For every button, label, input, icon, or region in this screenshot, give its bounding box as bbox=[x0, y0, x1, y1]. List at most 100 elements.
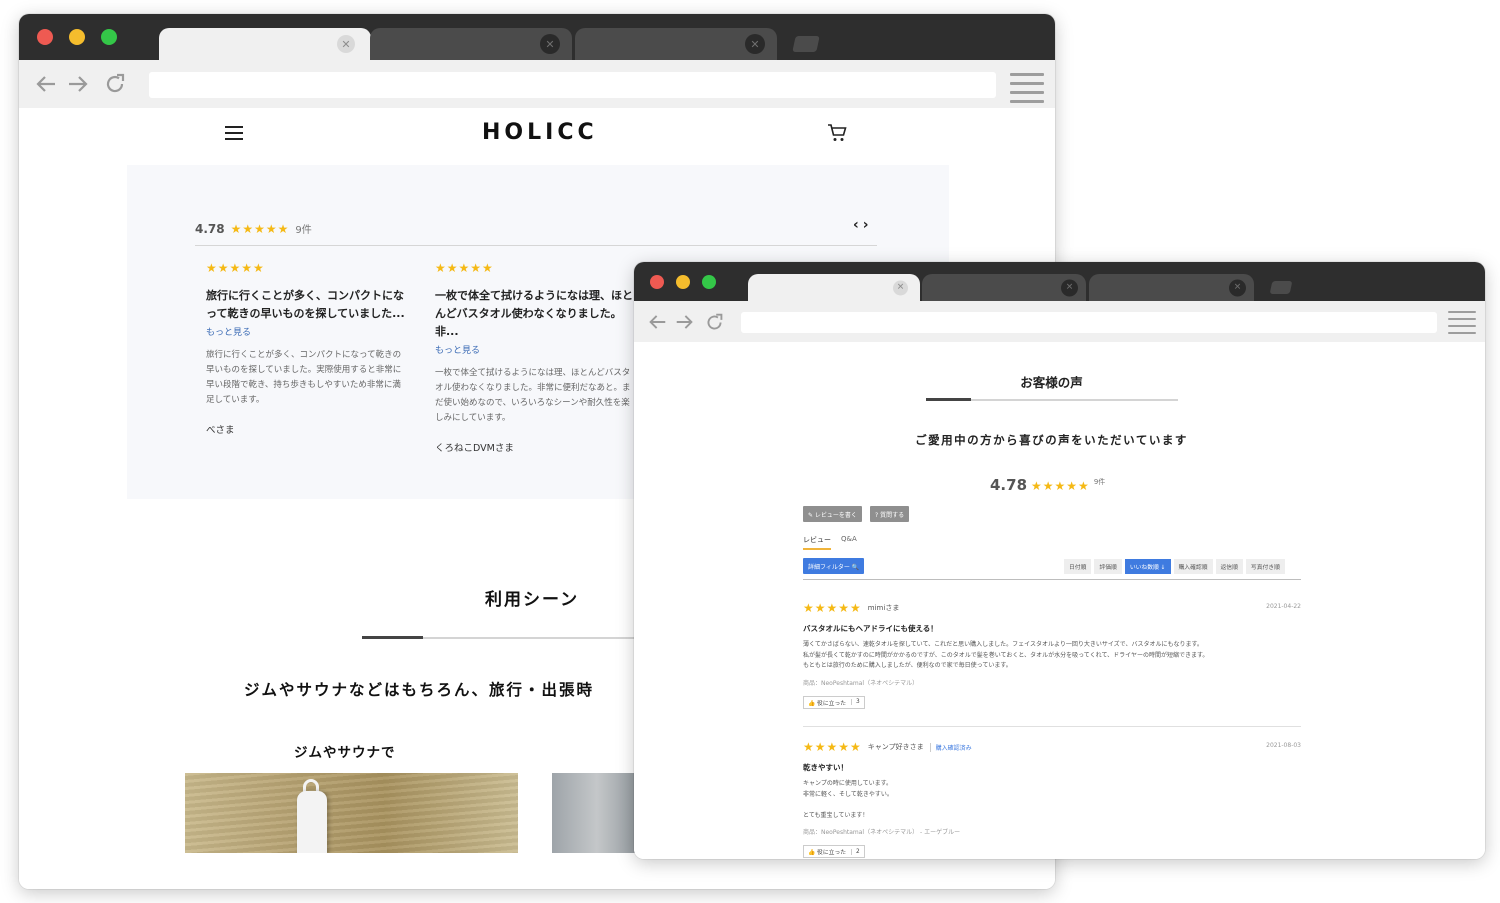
verified-purchase-badge: 購入確認済み bbox=[929, 742, 972, 752]
tab-close-icon[interactable]: ✕ bbox=[1229, 279, 1246, 296]
maximize-window-button[interactable] bbox=[101, 29, 117, 45]
helpful-label: 👍 役に立った bbox=[808, 850, 847, 856]
maximize-window-button[interactable] bbox=[702, 275, 716, 289]
review-stars: ★★★★★ bbox=[435, 261, 494, 275]
browser-tab[interactable]: ✕ bbox=[922, 274, 1086, 301]
sort-by-replies[interactable]: 返信順 bbox=[1215, 559, 1243, 574]
rating-score: 4.78 bbox=[195, 221, 225, 236]
review-stars: ★★★★★ bbox=[206, 261, 265, 275]
helpful-button[interactable]: 👍 役に立った 2 bbox=[803, 845, 865, 858]
helpful-button[interactable]: 👍 役に立った 3 bbox=[803, 695, 865, 709]
usage-scene-subtitle: ジムやサウナなどはもちろん、旅行・出張時 bbox=[244, 681, 595, 699]
review-title: バスタオルにもヘアドライにも使える！ bbox=[803, 624, 938, 633]
section-subtitle: ご愛用中の方から喜びの声をいただいています bbox=[915, 433, 1188, 447]
review-author: くろねこDVMさま bbox=[435, 443, 514, 454]
tab-close-icon[interactable]: ✕ bbox=[745, 34, 765, 54]
sort-by-date[interactable]: 日付順 bbox=[1064, 559, 1092, 574]
title-underline bbox=[926, 398, 1178, 401]
usage-scene-title: 利用シーン bbox=[485, 590, 580, 610]
write-review-button[interactable]: ✎ レビューを書く bbox=[803, 506, 862, 522]
review-tabs: レビュー Q&A bbox=[803, 535, 857, 550]
browser-toolbar bbox=[19, 60, 1055, 108]
review-card: ★★★★★ 旅行に行くことが多く、コンパクトになって乾きの早いものを探していまし… bbox=[206, 261, 406, 436]
review-body: 一枚で体全て拭けるようになは理、ほとんどバスタオル使わなくなりました。非常に便利… bbox=[435, 368, 631, 423]
review-date: 2021-04-22 bbox=[1266, 603, 1301, 610]
rating-stars: ★★★★★ bbox=[1031, 479, 1090, 493]
site-logo[interactable]: HOLICC bbox=[482, 120, 598, 145]
review-body: キャンプの時に使用しています。 非常に軽く、そして乾きやすい。 とても重宝してい… bbox=[803, 780, 893, 819]
review-summary: 4.78 ★★★★★ 9件 bbox=[990, 476, 1105, 494]
browser-menu-icon[interactable] bbox=[1010, 73, 1044, 103]
browser-tab[interactable]: ✕ bbox=[370, 28, 572, 60]
back-arrow-icon[interactable] bbox=[35, 73, 57, 95]
divider bbox=[195, 245, 877, 246]
review-stars: ★★★★★ bbox=[803, 601, 862, 615]
minimize-window-button[interactable] bbox=[676, 275, 690, 289]
page-content: お客様の声 ご愛用中の方から喜びの声をいただいています 4.78 ★★★★★ 9… bbox=[634, 342, 1485, 859]
review-count: 9件 bbox=[1093, 478, 1106, 486]
review-title: 一枚で体全て拭けるようになは理、ほとんどバスタオル使わなくなりました。非... bbox=[435, 289, 633, 338]
address-bar[interactable] bbox=[149, 72, 996, 98]
tab-review[interactable]: レビュー bbox=[803, 535, 831, 550]
browser-window-front: ✕ ✕ ✕ お客様の声 ご愛用中の方から喜びの声をいただいています 4.78 ★ bbox=[634, 262, 1485, 859]
browser-tab-active[interactable]: ✕ bbox=[748, 274, 920, 301]
carousel-prev-icon[interactable]: ‹ bbox=[853, 217, 863, 233]
review-product: 商品：NeoPeshtamal（ネオペシテマル） bbox=[803, 679, 919, 687]
section-title: お客様の声 bbox=[1020, 375, 1083, 390]
close-window-button[interactable] bbox=[650, 275, 664, 289]
browser-tab[interactable]: ✕ bbox=[575, 28, 777, 60]
title-bar: ✕ ✕ ✕ bbox=[634, 262, 1485, 301]
sort-by-verified[interactable]: 購入確認順 bbox=[1173, 559, 1213, 574]
sort-by-photos[interactable]: 写真付き順 bbox=[1245, 559, 1285, 574]
scene-item-title: ジムやサウナで bbox=[294, 745, 396, 761]
browser-toolbar bbox=[634, 301, 1485, 342]
rating-score: 4.78 bbox=[990, 476, 1028, 494]
review-item: ★★★★★ mimiさま 2021-04-22 バスタオルにもヘアドライにも使え… bbox=[803, 601, 1301, 709]
tab-qa[interactable]: Q&A bbox=[841, 535, 857, 550]
tab-close-icon[interactable]: ✕ bbox=[893, 280, 908, 295]
new-tab-button[interactable] bbox=[792, 36, 820, 52]
review-title: 旅行に行くことが多く、コンパクトになって乾きの早いものを探していました... bbox=[206, 289, 405, 320]
title-underline bbox=[362, 636, 662, 639]
read-more-link[interactable]: もっと見る bbox=[206, 325, 406, 338]
detail-filter-button[interactable]: 詳細フィルター 🔍 bbox=[803, 558, 865, 574]
helpful-count: 3 bbox=[851, 699, 860, 705]
review-body: 旅行に行くことが多く、コンパクトになって乾きの早いものを探していました。実際使用… bbox=[206, 350, 402, 405]
close-window-button[interactable] bbox=[37, 29, 53, 45]
carousel-next-icon[interactable]: › bbox=[863, 217, 873, 233]
tab-close-icon[interactable]: ✕ bbox=[337, 35, 355, 53]
sort-by-likes[interactable]: いいね数順 ↓ bbox=[1124, 559, 1171, 574]
review-item: ★★★★★ キャンプ好きさま 購入確認済み 2021-08-03 乾きやすい！ … bbox=[803, 740, 1301, 858]
sort-by-rating[interactable]: 評価順 bbox=[1094, 559, 1122, 574]
browser-menu-icon[interactable] bbox=[1448, 311, 1476, 334]
ask-question-button[interactable]: ? 質問する bbox=[870, 506, 910, 522]
minimize-window-button[interactable] bbox=[69, 29, 85, 45]
browser-tab[interactable]: ✕ bbox=[1089, 274, 1254, 301]
rating-stars: ★★★★★ bbox=[230, 221, 290, 236]
tab-close-icon[interactable]: ✕ bbox=[1061, 279, 1078, 296]
read-more-link[interactable]: もっと見る bbox=[435, 343, 635, 356]
tab-close-icon[interactable]: ✕ bbox=[540, 34, 560, 54]
review-body: 薄くてかさばらない、速乾タオルを探していて、これだと思い購入しました。フェイスタ… bbox=[803, 641, 1209, 669]
sort-options: 日付順 評価順 いいね数順 ↓ 購入確認順 返信順 写真付き順 bbox=[1064, 559, 1285, 574]
reload-icon[interactable] bbox=[103, 72, 127, 96]
hamburger-icon[interactable] bbox=[225, 126, 243, 144]
reload-icon[interactable] bbox=[703, 311, 725, 333]
scene-photo bbox=[552, 773, 642, 853]
title-bar: ✕ ✕ ✕ bbox=[19, 14, 1055, 60]
review-summary: 4.78 ★★★★★ 9件 bbox=[195, 221, 312, 237]
cart-icon[interactable] bbox=[827, 124, 847, 147]
browser-tab-active[interactable]: ✕ bbox=[159, 28, 371, 60]
helpful-label: 👍 役に立った bbox=[808, 700, 847, 707]
helpful-count: 2 bbox=[851, 848, 860, 855]
review-card: ★★★★★ 一枚で体全て拭けるようになは理、ほとんどバスタオル使わなくなりました… bbox=[435, 261, 635, 454]
review-author: べさま bbox=[206, 425, 235, 436]
bottle-shape bbox=[297, 791, 327, 853]
forward-arrow-icon[interactable] bbox=[67, 73, 89, 95]
gym-sauna-photo bbox=[185, 773, 518, 853]
back-arrow-icon[interactable] bbox=[647, 312, 667, 332]
address-bar[interactable] bbox=[741, 312, 1437, 333]
new-tab-button[interactable] bbox=[1269, 281, 1293, 294]
review-product: 商品：NeoPeshtamal（ネオペシテマル） - エーゲブルー bbox=[803, 829, 961, 836]
forward-arrow-icon[interactable] bbox=[674, 312, 694, 332]
